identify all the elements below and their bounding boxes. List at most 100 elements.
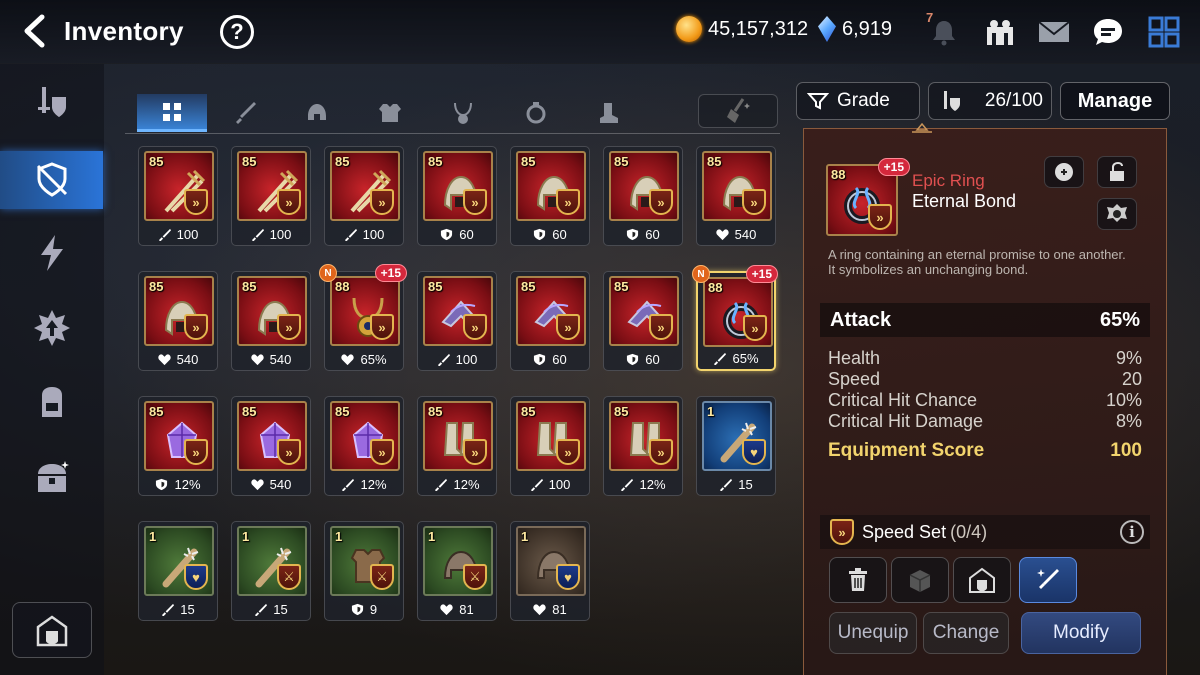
sell-button[interactable] bbox=[829, 557, 887, 603]
item-stat-value: 540 bbox=[269, 352, 292, 367]
chat-button[interactable] bbox=[1090, 14, 1126, 50]
set-icon: ♥ bbox=[184, 564, 208, 590]
health-icon bbox=[440, 604, 453, 616]
sidebar-item-upgrade[interactable] bbox=[25, 301, 79, 355]
health-icon bbox=[250, 354, 264, 366]
lightning-icon bbox=[41, 235, 63, 271]
sword-icon bbox=[236, 102, 256, 124]
tab-armor[interactable] bbox=[355, 94, 425, 132]
tab-weapon[interactable] bbox=[210, 94, 280, 132]
item-stat-value: 81 bbox=[552, 602, 567, 617]
inventory-item[interactable]: 85» 100 bbox=[324, 146, 404, 246]
sidebar-item-equipment[interactable] bbox=[25, 76, 79, 130]
health-icon bbox=[341, 354, 355, 366]
substat-row: Speed 20 bbox=[828, 369, 1142, 390]
extract-button[interactable] bbox=[891, 557, 949, 603]
enhance-badge: +15 bbox=[877, 158, 910, 176]
item-stat-value: 540 bbox=[269, 477, 292, 492]
set-icon: » bbox=[370, 314, 394, 340]
crystal-counter[interactable]: 6,919 bbox=[818, 16, 892, 42]
gold-counter[interactable]: 45,157,312 bbox=[676, 16, 808, 42]
preset-button[interactable] bbox=[1097, 198, 1137, 230]
back-arrow-icon bbox=[24, 14, 45, 48]
inventory-item[interactable]: 85» 540 bbox=[696, 146, 776, 246]
set-info-button[interactable]: i bbox=[1120, 520, 1144, 544]
inventory-item[interactable]: 85» 60 bbox=[603, 271, 683, 371]
barracks-button[interactable] bbox=[982, 14, 1018, 50]
item-thumbnail: 1 ♥ bbox=[144, 526, 214, 596]
inventory-item[interactable]: 1 ⚔ 81 bbox=[417, 521, 497, 621]
storage-button[interactable] bbox=[953, 557, 1011, 603]
ring-icon bbox=[526, 102, 546, 124]
inventory-item[interactable]: 85» 540 bbox=[231, 271, 311, 371]
inventory-item[interactable]: 85» 12% bbox=[417, 396, 497, 496]
tab-helmet[interactable] bbox=[282, 94, 352, 132]
auto-sell-button[interactable] bbox=[698, 94, 778, 128]
inventory-capacity[interactable]: 26/100 bbox=[928, 82, 1052, 120]
manage-button[interactable]: Manage bbox=[1060, 82, 1170, 120]
inventory-item[interactable]: 85» 540 bbox=[231, 396, 311, 496]
inventory-item[interactable]: 85» 12% bbox=[324, 396, 404, 496]
inventory-item[interactable]: 1 ♥ 81 bbox=[510, 521, 590, 621]
inventory-item[interactable]: 85» 12% bbox=[138, 396, 218, 496]
inventory-item[interactable]: 88» +15 N 65% bbox=[692, 265, 778, 371]
lock-button[interactable] bbox=[1097, 156, 1137, 188]
inventory-item[interactable]: 85» 60 bbox=[510, 146, 590, 246]
item-thumbnail: 85» bbox=[609, 401, 679, 471]
share-button[interactable] bbox=[1044, 156, 1084, 188]
equipment-score: Equipment Score 100 bbox=[828, 440, 1142, 462]
set-icon: » bbox=[184, 439, 208, 465]
sparkle-sword-icon bbox=[1037, 569, 1059, 589]
inventory-item[interactable]: 85» 100 bbox=[138, 146, 218, 246]
sidebar-item-chest[interactable] bbox=[25, 451, 79, 505]
item-stat-value: 15 bbox=[738, 477, 753, 492]
item-stat: 9 bbox=[325, 602, 403, 617]
set-icon: » bbox=[184, 314, 208, 340]
unequip-button[interactable]: Unequip bbox=[829, 612, 917, 654]
backpack-icon bbox=[42, 387, 62, 417]
inventory-item[interactable]: 85» 12% bbox=[603, 396, 683, 496]
menu-button[interactable] bbox=[1146, 14, 1182, 50]
item-stat: 12% bbox=[604, 477, 682, 492]
sort-button[interactable]: Grade bbox=[796, 82, 920, 120]
item-thumbnail: 1 ⚔ bbox=[423, 526, 493, 596]
back-button[interactable] bbox=[18, 14, 52, 48]
sidebar-item-inventory[interactable] bbox=[0, 151, 103, 209]
inventory-item[interactable]: 1 ♥ 15 bbox=[696, 396, 776, 496]
sidebar-item-bag[interactable] bbox=[25, 376, 79, 430]
inventory-item[interactable]: 85» 540 bbox=[138, 271, 218, 371]
inventory-item[interactable]: 85» 60 bbox=[417, 146, 497, 246]
modify-button[interactable]: Modify bbox=[1021, 612, 1141, 654]
tab-all[interactable] bbox=[137, 94, 207, 132]
set-icon: » bbox=[463, 189, 487, 215]
item-stat: 12% bbox=[139, 477, 217, 492]
inventory-item[interactable]: 88» +15 N 65% bbox=[319, 264, 407, 371]
storage-house-icon bbox=[969, 567, 995, 593]
sidebar-item-power[interactable] bbox=[25, 226, 79, 280]
inventory-item[interactable]: 85» 100 bbox=[510, 396, 590, 496]
inventory-item[interactable]: 85» 100 bbox=[417, 271, 497, 371]
burst-upgrade-icon bbox=[34, 310, 70, 346]
inventory-item[interactable]: 85» 60 bbox=[510, 271, 590, 371]
inventory-item[interactable]: 85» 60 bbox=[603, 146, 683, 246]
set-info: » Speed Set (0/4) bbox=[820, 515, 1150, 549]
inventory-item[interactable]: 85» 100 bbox=[231, 146, 311, 246]
necklace-icon bbox=[454, 102, 472, 124]
item-stat-value: 60 bbox=[645, 227, 660, 242]
change-button[interactable]: Change bbox=[923, 612, 1009, 654]
inventory-item[interactable]: 1 ⚔ 15 bbox=[231, 521, 311, 621]
set-icon: » bbox=[556, 314, 580, 340]
tab-necklace[interactable] bbox=[428, 94, 498, 132]
mail-button[interactable] bbox=[1036, 14, 1072, 50]
inventory-item[interactable]: 1 ⚔ 9 bbox=[324, 521, 404, 621]
enhance-button[interactable] bbox=[1019, 557, 1077, 603]
trash-icon bbox=[849, 568, 867, 591]
tab-boots[interactable] bbox=[574, 94, 644, 132]
item-thumbnail: 1 ⚔ bbox=[237, 526, 307, 596]
tab-ring[interactable] bbox=[501, 94, 571, 132]
new-badge: N bbox=[319, 264, 337, 282]
inventory-item[interactable]: 1 ♥ 15 bbox=[138, 521, 218, 621]
help-button[interactable]: ? bbox=[220, 15, 254, 49]
sidebar-item-storage[interactable] bbox=[12, 602, 92, 658]
substat-value: 20 bbox=[1121, 369, 1142, 389]
